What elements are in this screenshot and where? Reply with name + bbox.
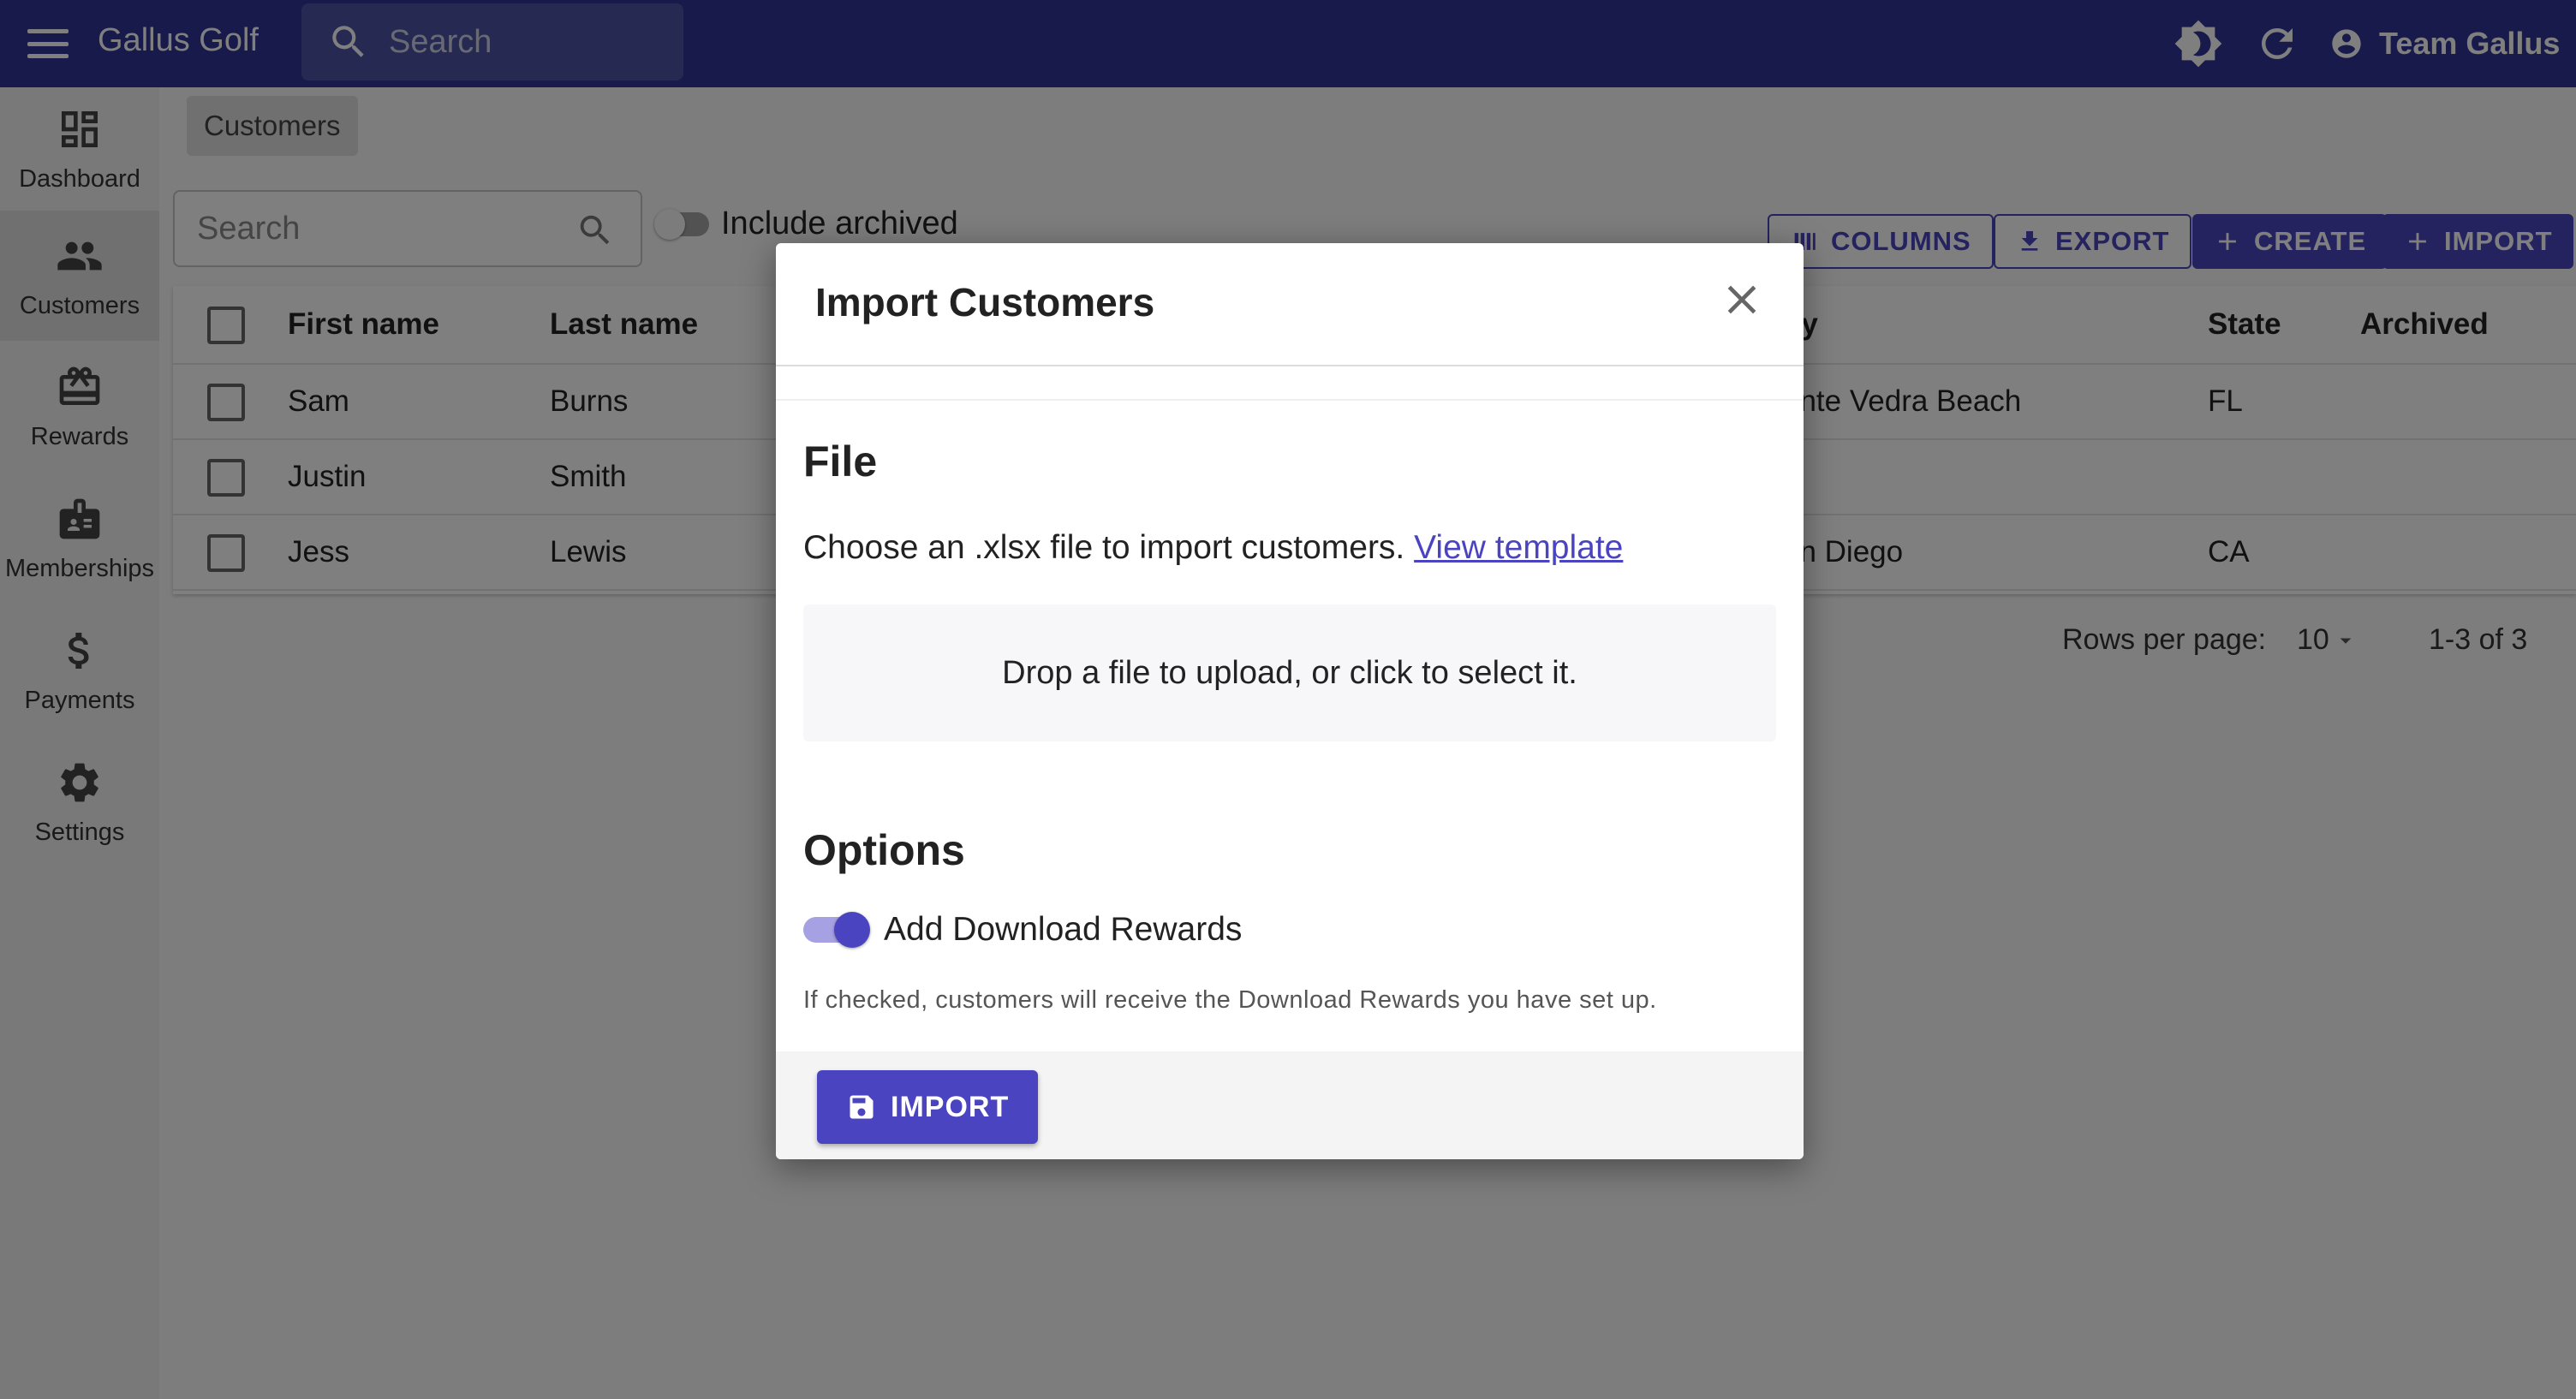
file-dropzone[interactable]: Drop a file to upload, or click to selec…	[803, 604, 1776, 741]
file-description: Choose an .xlsx file to import customers…	[803, 529, 1624, 566]
dialog-divider	[776, 399, 1804, 401]
dialog-footer: IMPORT	[776, 1051, 1804, 1159]
dialog-title: Import Customers	[815, 280, 1155, 324]
add-download-rewards-label: Add Download Rewards	[884, 911, 1243, 948]
import-customers-dialog: Import Customers File Choose an .xlsx fi…	[776, 243, 1804, 1159]
dialog-divider	[776, 365, 1804, 366]
view-template-link[interactable]: View template	[1414, 529, 1623, 566]
option-helper-text: If checked, customers will receive the D…	[803, 986, 1657, 1014]
add-download-rewards-toggle[interactable]: Add Download Rewards	[803, 911, 1242, 949]
options-heading: Options	[803, 826, 965, 874]
dialog-import-button[interactable]: IMPORT	[817, 1070, 1039, 1144]
save-icon	[850, 1095, 874, 1119]
file-heading: File	[803, 438, 878, 485]
close-icon[interactable]	[1718, 276, 1766, 324]
